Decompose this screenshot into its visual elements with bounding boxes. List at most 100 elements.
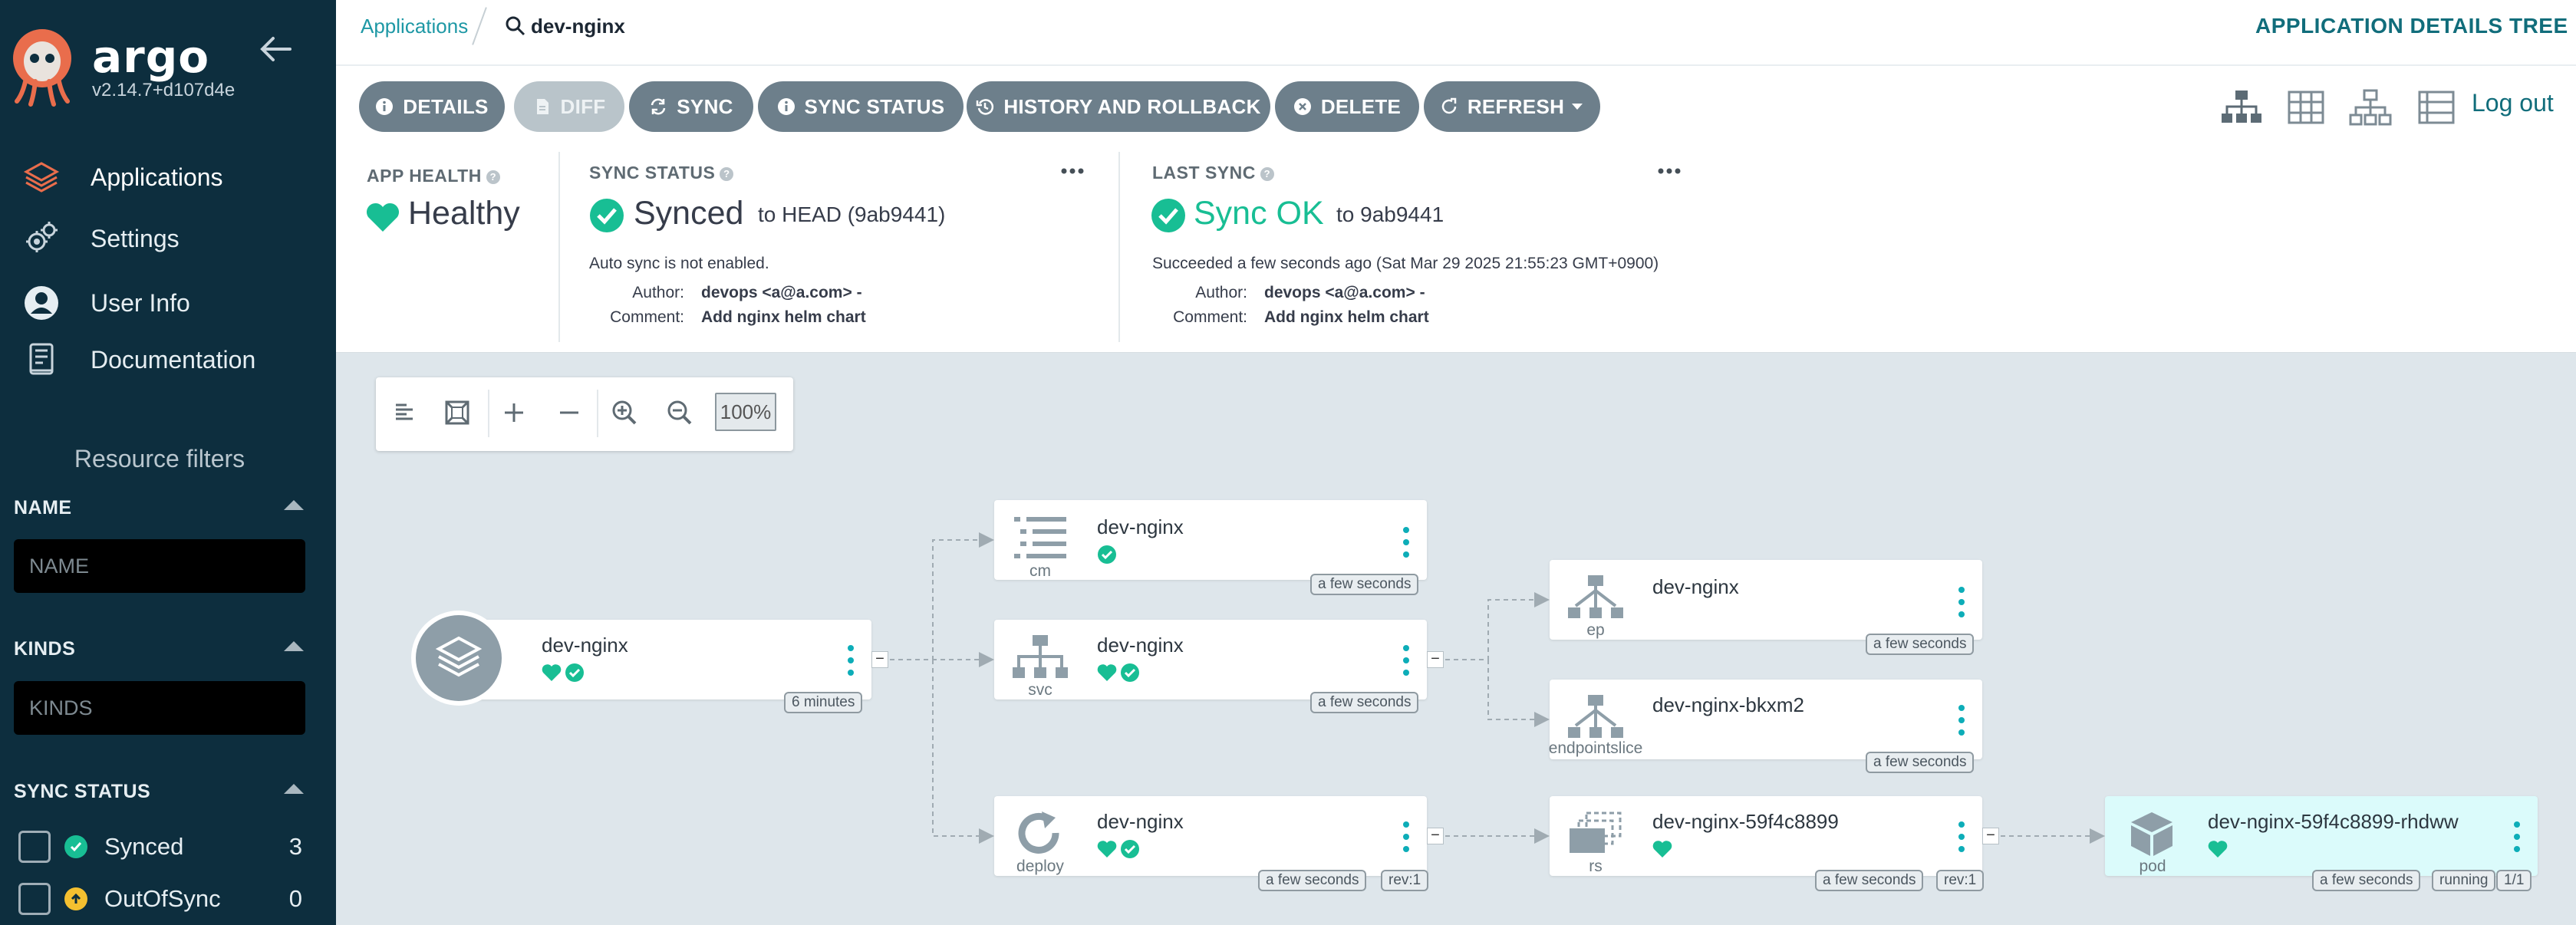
breadcrumb-applications[interactable]: Applications xyxy=(361,15,468,38)
divider xyxy=(1118,152,1120,342)
top-bar xyxy=(336,0,2576,66)
more-vertical-icon[interactable] xyxy=(1958,704,1965,736)
node-kind: ep xyxy=(1586,621,1605,639)
diff-button[interactable]: DIFF xyxy=(514,81,624,132)
more-vertical-icon[interactable] xyxy=(1958,821,1965,853)
fit-view-button[interactable] xyxy=(440,393,474,433)
sync-comment: Add nginx helm chart xyxy=(701,308,866,326)
zoom-in-button[interactable] xyxy=(608,393,641,433)
app-health-label: APP HEALTH? xyxy=(367,166,500,186)
refresh-button[interactable]: REFRESH xyxy=(1424,81,1600,132)
app-node[interactable] xyxy=(454,620,871,700)
help-icon[interactable]: ? xyxy=(1260,167,1274,181)
user-circle-icon xyxy=(25,286,58,320)
sync-icon xyxy=(651,98,666,115)
collapse-children-button[interactable]: − xyxy=(1427,828,1444,844)
resource-filters-title: Resource filters xyxy=(74,445,245,472)
node-name: dev-nginx xyxy=(1097,810,1184,833)
sync-filter-label: OutOfSync xyxy=(104,885,221,912)
name-filter-input[interactable] xyxy=(14,539,305,593)
ready-tag: 1/1 xyxy=(2496,870,2532,891)
more-vertical-icon[interactable] xyxy=(847,644,855,676)
age-tag: a few seconds xyxy=(2312,870,2421,891)
file-icon xyxy=(536,99,548,114)
delete-button[interactable]: DELETE xyxy=(1275,81,1419,132)
help-icon[interactable]: ? xyxy=(720,167,734,181)
node-kind: endpointslice xyxy=(1548,739,1643,757)
layers-icon xyxy=(23,162,60,193)
last-sync-comment: Add nginx helm chart xyxy=(1264,308,1429,326)
sync-filter-synced[interactable]: Synced 3 xyxy=(18,830,302,864)
age-tag: 6 minutes xyxy=(784,692,863,713)
collapse-children-button[interactable]: − xyxy=(871,651,888,668)
more-vertical-icon[interactable] xyxy=(2513,821,2521,853)
app-health-value: Healthy xyxy=(408,195,520,232)
argo-logo-icon[interactable] xyxy=(11,28,74,107)
age-tag: a few seconds xyxy=(1815,870,1924,891)
check-circle-icon xyxy=(590,199,624,232)
nav-user-info[interactable]: User Info xyxy=(21,284,190,322)
arrow-left-icon[interactable] xyxy=(259,34,293,64)
history-and-rollback-button[interactable]: HISTORY AND ROLLBACK xyxy=(967,81,1270,132)
align-left-button[interactable] xyxy=(388,393,422,433)
logout-link[interactable]: Log out xyxy=(2472,89,2554,117)
list-view-icon[interactable] xyxy=(2413,86,2459,129)
breadcrumb-current[interactable]: dev-nginx xyxy=(531,15,625,38)
zoom-out-button[interactable] xyxy=(663,393,697,433)
sync-status-filter-label: SYNC STATUS xyxy=(14,781,151,802)
arrow-up-circle-icon xyxy=(64,887,87,910)
revision-tag: rev:1 xyxy=(1381,870,1429,891)
checkbox[interactable] xyxy=(18,883,51,915)
more-vertical-icon[interactable] xyxy=(1402,821,1410,853)
check-circle-icon xyxy=(64,835,87,858)
caret-up-icon[interactable] xyxy=(284,784,304,794)
tree-view-icon[interactable] xyxy=(2219,86,2265,129)
more-horizontal-icon[interactable] xyxy=(1657,167,1682,175)
heart-icon xyxy=(1652,841,1672,858)
divider xyxy=(488,390,489,437)
collapse-button[interactable] xyxy=(552,393,586,433)
check-circle-icon xyxy=(1151,199,1185,232)
caret-up-icon[interactable] xyxy=(284,500,304,510)
expand-button[interactable] xyxy=(497,393,531,433)
more-vertical-icon[interactable] xyxy=(1958,586,1965,618)
sync-button[interactable]: SYNC xyxy=(629,81,753,132)
sync-status-value: Synced xyxy=(634,195,744,232)
last-sync-label: LAST SYNC? xyxy=(1152,163,1274,183)
age-tag: a few seconds xyxy=(1866,752,1975,773)
times-circle-icon xyxy=(1293,98,1311,115)
pod-cube-icon xyxy=(2131,812,2172,856)
author-label: Author: xyxy=(632,284,684,301)
node-name: dev-nginx-bkxm2 xyxy=(1652,693,1804,716)
node-kind: cm xyxy=(1029,562,1051,580)
health-sync-icons xyxy=(542,663,584,682)
nav-settings[interactable]: Settings xyxy=(21,219,180,258)
nav-applications[interactable]: Applications xyxy=(21,158,223,196)
nav-documentation[interactable]: Documentation xyxy=(21,341,255,379)
more-vertical-icon[interactable] xyxy=(1402,644,1410,676)
sync-status-button[interactable]: SYNC STATUS xyxy=(758,81,964,132)
network-view-icon[interactable] xyxy=(2347,86,2393,129)
kinds-filter-label: KINDS xyxy=(14,638,76,660)
kinds-filter-input[interactable] xyxy=(14,681,305,735)
node-name: dev-nginx-59f4c8899 xyxy=(1652,810,1839,833)
collapse-children-button[interactable]: − xyxy=(1982,828,1999,844)
zoom-level: 100% xyxy=(715,393,776,431)
grid-view-icon[interactable] xyxy=(2283,86,2329,129)
age-tag: a few seconds xyxy=(1866,634,1975,655)
caret-down-icon xyxy=(1572,104,1583,110)
node-name: dev-nginx xyxy=(542,634,628,657)
endpoints-icon xyxy=(1568,575,1623,618)
collapse-children-button[interactable]: − xyxy=(1427,651,1444,668)
comment-label: Comment: xyxy=(1173,308,1247,326)
details-button[interactable]: DETAILS xyxy=(359,81,505,132)
zoom-in-icon xyxy=(612,400,637,425)
help-icon[interactable]: ? xyxy=(486,170,500,184)
nav-label: Applications xyxy=(91,163,223,191)
caret-up-icon[interactable] xyxy=(284,641,304,651)
sync-filter-outofsync[interactable]: OutOfSync 0 xyxy=(18,882,302,916)
more-vertical-icon[interactable] xyxy=(1402,526,1410,558)
last-sync-target: to 9ab9441 xyxy=(1336,202,1444,226)
checkbox[interactable] xyxy=(18,831,51,863)
more-horizontal-icon[interactable] xyxy=(1060,167,1085,175)
